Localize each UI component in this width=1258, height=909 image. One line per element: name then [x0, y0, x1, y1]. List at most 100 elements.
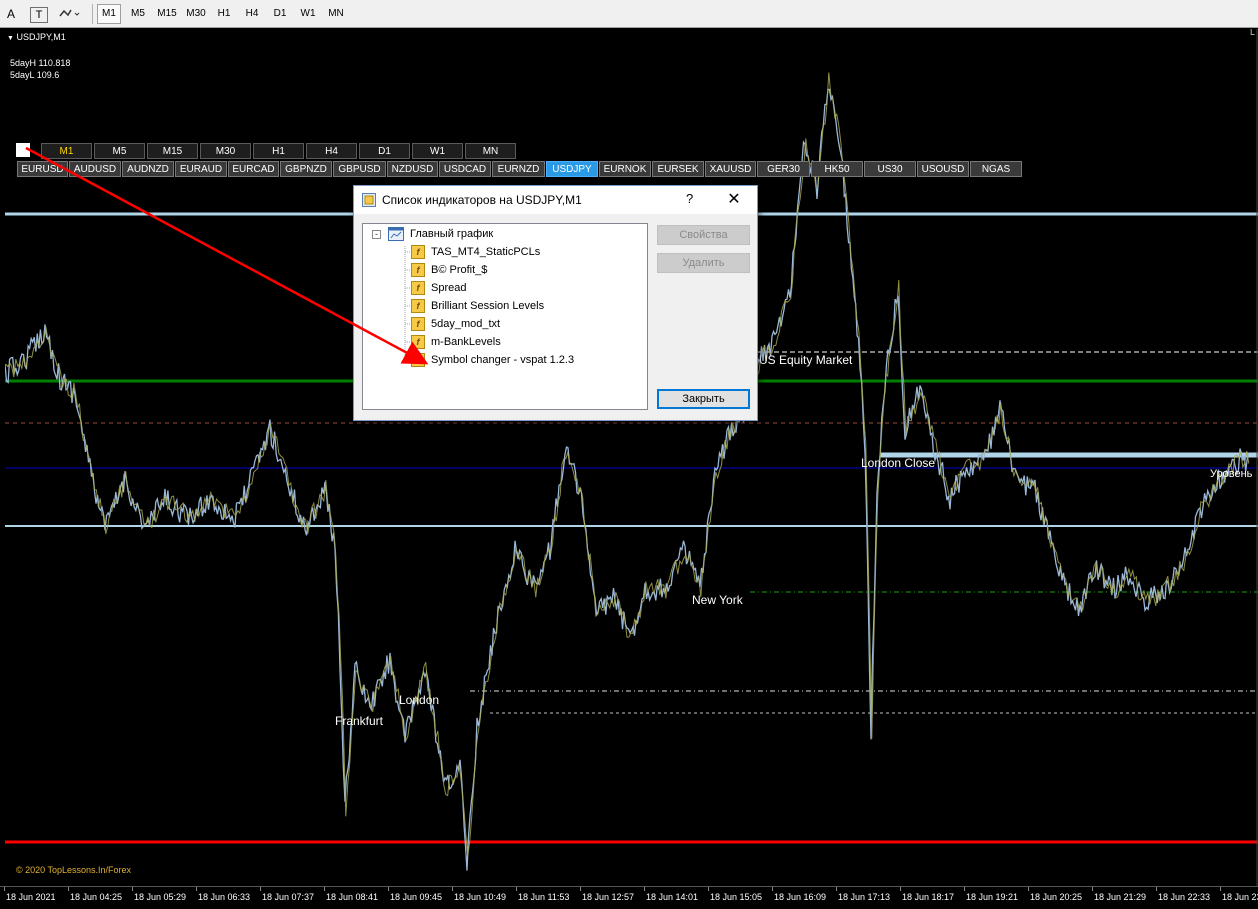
symbol-button-usousd[interactable]: USOUSD	[917, 161, 969, 177]
price-chart[interactable]: ▼ USDJPY,M1 5dayH 110.818 5dayL 109.6 L …	[5, 29, 1258, 886]
symbol-button-audusd[interactable]: AUDUSD	[69, 161, 121, 177]
toolbar-timeframe-w1[interactable]: W1	[296, 4, 320, 24]
time-axis: 18 Jun 2021 18 Jun 04:25 18 Jun 05:29 18 Ju…	[0, 886, 1258, 909]
tree-item-indicator[interactable]: Symbol changer - vspat 1.2.3	[431, 351, 574, 369]
symbol-button-eurnok[interactable]: EURNOK	[599, 161, 651, 177]
toolbar-timeframe-m15[interactable]: M15	[154, 4, 180, 24]
indicator-tree[interactable]: - Главный график f TAS_MT4_StaticPCLs f B© …	[362, 223, 648, 410]
tree-item-indicator[interactable]: m-BankLevels	[431, 333, 501, 351]
symbol-button-eurcad[interactable]: EURCAD	[228, 161, 279, 177]
toolbar-timeframe-m1[interactable]: M1	[97, 4, 121, 24]
dialog-title: Список индикаторов на USDJPY,M1	[382, 193, 582, 207]
toolbar-timeframe-mn[interactable]: MN	[324, 4, 348, 24]
time-axis-tick	[1220, 887, 1221, 891]
time-axis-label: 18 Jun 14:01	[646, 892, 699, 902]
time-axis-tick	[900, 887, 901, 891]
symbol-button-gbpnzd[interactable]: GBPNZD	[280, 161, 332, 177]
time-axis-label: 18 Jun 09:45	[390, 892, 443, 902]
time-axis-tick	[1092, 887, 1093, 891]
toolbar-separator	[92, 4, 93, 24]
indicator-icon: f	[411, 335, 425, 349]
symbol-changer-tf-d1[interactable]: D1	[359, 143, 410, 159]
symbol-button-audnzd[interactable]: AUDNZD	[122, 161, 174, 177]
symbol-button-usdjpy[interactable]: USDJPY	[546, 161, 598, 177]
copyright-text: © 2020 TopLessons.In/Forex	[16, 865, 132, 875]
properties-button[interactable]: Свойства	[657, 225, 750, 245]
time-axis-label: 18 Jun 17:13	[838, 892, 891, 902]
time-axis-tick	[772, 887, 773, 891]
symbol-changer-tf-m5[interactable]: M5	[94, 143, 145, 159]
symbol-changer-tf-mn[interactable]: MN	[465, 143, 516, 159]
shapes-tool-button[interactable]	[56, 4, 82, 24]
dialog-title-bar[interactable]: Список индикаторов на USDJPY,M1 ? ✕	[354, 186, 757, 214]
time-axis-tick	[516, 887, 517, 891]
symbol-changer-tf-m30[interactable]: M30	[200, 143, 251, 159]
tree-root-main-chart[interactable]: Главный график	[410, 225, 493, 243]
time-axis-tick	[1028, 887, 1029, 891]
symbol-changer-toggle[interactable]	[16, 143, 30, 157]
symbol-button-eursek[interactable]: EURSEK	[652, 161, 704, 177]
tree-item-indicator[interactable]: 5day_mod_txt	[431, 315, 500, 333]
time-axis-label: 18 Jun 04:25	[70, 892, 123, 902]
time-axis-label: 18 Jun 05:29	[134, 892, 187, 902]
collapse-triangle-icon[interactable]: ▼	[7, 35, 14, 42]
indicator-icon: f	[411, 245, 425, 259]
close-dialog-button[interactable]: Закрыть	[657, 389, 750, 409]
time-axis-tick	[964, 887, 965, 891]
toolbar-timeframe-h4[interactable]: H4	[240, 4, 264, 24]
symbol-button-eurusd[interactable]: EURUSD	[17, 161, 68, 177]
text-label-tool-button[interactable]: T	[30, 7, 48, 23]
shapes-icon	[59, 9, 80, 17]
symbol-changer-tf-m1[interactable]: M1	[41, 143, 92, 159]
symbol-changer-tf-w1[interactable]: W1	[412, 143, 463, 159]
symbol-button-euraud[interactable]: EURAUD	[175, 161, 227, 177]
symbol-button-ger30[interactable]: GER30	[757, 161, 810, 177]
symbol-button-ngas[interactable]: NGAS	[970, 161, 1022, 177]
time-axis-label: 18 Jun 2021	[6, 892, 56, 902]
chart-title: ▼ USDJPY,M1	[7, 32, 66, 42]
time-axis-label: 18 Jun 23:37	[1222, 892, 1258, 902]
session-label-london: London	[399, 693, 440, 707]
tree-item-indicator[interactable]: TAS_MT4_StaticPCLs	[431, 243, 540, 261]
symbol-button-us30[interactable]: US30	[864, 161, 916, 177]
five-day-low: 5dayL 109.6	[10, 70, 60, 80]
time-axis-tick	[260, 887, 261, 891]
time-axis-tick	[324, 887, 325, 891]
indicator-icon: f	[411, 353, 425, 367]
main-chart-icon	[388, 227, 404, 241]
time-axis-label: 18 Jun 10:49	[454, 892, 507, 902]
time-axis-tick	[132, 887, 133, 891]
symbol-button-hk50[interactable]: HK50	[811, 161, 863, 177]
time-axis-label: 18 Jun 18:17	[902, 892, 955, 902]
session-label-london-close: London Close	[861, 456, 936, 470]
symbol-changer-tf-h4[interactable]: H4	[306, 143, 357, 159]
symbol-button-nzdusd[interactable]: NZDUSD	[387, 161, 438, 177]
symbol-changer-tf-h1[interactable]: H1	[253, 143, 304, 159]
tree-item-indicator[interactable]: B© Profit_$	[431, 261, 487, 279]
close-icon[interactable]: ✕	[724, 189, 744, 209]
time-axis-label: 18 Jun 20:25	[1030, 892, 1083, 902]
symbol-changer-tf-m15[interactable]: M15	[147, 143, 198, 159]
symbol-button-xauusd[interactable]: XAUUSD	[705, 161, 756, 177]
collapse-tree-icon[interactable]: -	[372, 230, 381, 239]
symbol-button-gbpusd[interactable]: GBPUSD	[333, 161, 386, 177]
symbol-button-usdcad[interactable]: USDCAD	[439, 161, 491, 177]
time-axis-label: 18 Jun 12:57	[582, 892, 635, 902]
tree-item-indicator[interactable]: Spread	[431, 279, 466, 297]
time-axis-label: 18 Jun 22:33	[1158, 892, 1211, 902]
delete-button[interactable]: Удалить	[657, 253, 750, 273]
time-axis-tick	[452, 887, 453, 891]
top-right-mark: L	[1250, 29, 1256, 37]
time-axis-tick	[1156, 887, 1157, 891]
five-day-high: 5dayH 110.818	[10, 58, 71, 68]
indicator-icon: f	[411, 263, 425, 277]
toolbar-timeframe-m30[interactable]: M30	[184, 4, 208, 24]
tree-item-indicator[interactable]: Brilliant Session Levels	[431, 297, 544, 315]
symbol-button-eurnzd[interactable]: EURNZD	[492, 161, 545, 177]
toolbar-timeframe-m5[interactable]: M5	[126, 4, 150, 24]
time-axis-label: 18 Jun 08:41	[326, 892, 379, 902]
toolbar-timeframe-d1[interactable]: D1	[268, 4, 292, 24]
toolbar-timeframe-h1[interactable]: H1	[212, 4, 236, 24]
text-tool-button[interactable]: A	[4, 4, 18, 24]
help-button[interactable]: ?	[686, 191, 693, 206]
